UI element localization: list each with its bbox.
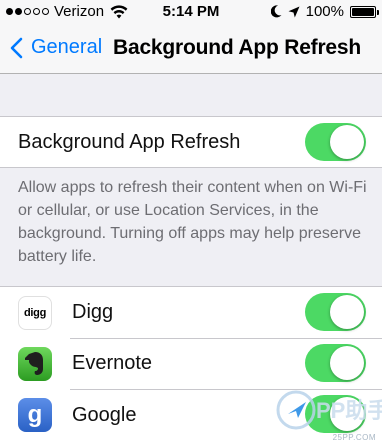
status-right: 100% — [270, 3, 379, 20]
main-toggle-label: Background App Refresh — [18, 131, 241, 153]
section-footer-text: Allow apps to refresh their content when… — [18, 179, 367, 265]
main-toggle-row: Background App Refresh — [0, 117, 382, 167]
chevron-left-icon — [10, 37, 23, 58]
watermark-text: PP助手 — [316, 398, 382, 423]
battery-fill — [352, 7, 374, 16]
evernote-icon — [18, 347, 52, 381]
elephant-icon — [25, 352, 43, 375]
battery-icon — [350, 5, 379, 18]
moon-icon — [270, 5, 282, 18]
location-arrow-icon — [288, 6, 300, 17]
app-name-evernote: Evernote — [72, 352, 153, 374]
app-name-digg: Digg — [72, 301, 114, 323]
back-button[interactable]: General — [10, 36, 102, 59]
page-title: Background App Refresh — [113, 36, 362, 59]
section-bottom-separator — [0, 167, 382, 168]
pp-assistant-watermark: PP助手 25PP.COM — [272, 384, 382, 444]
app-name-google: Google — [72, 404, 137, 426]
battery-percentage: 100% — [305, 3, 344, 20]
background-app-refresh-toggle[interactable] — [305, 123, 366, 161]
row-divider — [70, 338, 382, 339]
digg-icon: digg — [18, 296, 52, 330]
watermark-domain: 25PP.COM — [332, 433, 376, 442]
status-bar: Verizon 5:14 PM 100% — [0, 0, 382, 24]
google-icon: g — [18, 398, 52, 432]
back-button-label: General — [31, 36, 103, 58]
evernote-refresh-toggle[interactable] — [305, 344, 366, 382]
digg-refresh-toggle[interactable] — [305, 293, 366, 331]
navigation-bar: General Background App Refresh — [0, 24, 382, 74]
